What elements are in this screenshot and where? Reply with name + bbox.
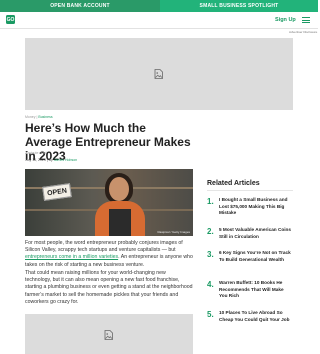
related-article-item[interactable]: 3. 6 Key Signs You’re Not on Track To Bu…	[207, 250, 293, 263]
open-bank-account-link[interactable]: OPEN BANK ACCOUNT	[0, 0, 160, 12]
breadcrumb-home[interactable]: Money	[25, 115, 36, 119]
related-article-link[interactable]: 6 Key Signs You’re Not on Track To Build…	[219, 250, 293, 263]
entrepreneurs-varieties-link[interactable]: entrepreneurs come in a million varietie…	[25, 254, 118, 260]
related-article-item[interactable]: 2. 5 Most Valuable American Coins Still …	[207, 227, 293, 240]
site-header: GO Sign Up	[0, 12, 318, 29]
small-business-spotlight-link[interactable]: SMALL BUSINESS SPOTLIGHT	[160, 0, 318, 12]
photo-credit: Rawpixel / Getty Images	[157, 230, 190, 234]
article-paragraph: That could mean raising millions for you…	[25, 270, 193, 305]
inline-advertisement[interactable]	[25, 314, 193, 354]
related-article-item[interactable]: 1. I Bought a Small Business and Lost $7…	[207, 197, 293, 217]
divider	[207, 190, 293, 191]
menu-icon[interactable]	[302, 17, 310, 23]
author-link[interactable]: James Hobson	[54, 158, 77, 162]
image-placeholder-icon	[104, 330, 113, 340]
related-article-link[interactable]: I Bought a Small Business and Lost $75,0…	[219, 197, 293, 217]
breadcrumb: Money | Business	[25, 115, 53, 119]
publish-date: July 18, 2023	[25, 158, 46, 162]
breadcrumb-section[interactable]: Business	[38, 115, 52, 119]
related-article-link[interactable]: 5 Most Valuable American Coins Still in …	[219, 227, 293, 240]
site-logo[interactable]: GO	[6, 15, 15, 24]
related-articles-heading: Related Articles	[207, 180, 260, 187]
advertisement-banner[interactable]	[25, 38, 293, 110]
advertiser-disclosure-link[interactable]: Advertiser Disclosure	[289, 30, 317, 34]
read-time: 2 minute read	[25, 151, 47, 155]
related-article-item[interactable]: 5. 10 Places To Live Abroad So Cheap You…	[207, 310, 293, 323]
article-hero-image: OPEN Rawpixel / Getty Images	[25, 169, 193, 236]
article-paragraph: For most people, the word entrepreneur p…	[25, 240, 193, 268]
related-article-link[interactable]: Warren Buffett: 10 Books He Recommends T…	[219, 280, 293, 300]
image-placeholder-icon	[154, 69, 163, 79]
open-sign: OPEN	[42, 183, 72, 201]
top-bar: OPEN BANK ACCOUNT SMALL BUSINESS SPOTLIG…	[0, 0, 318, 12]
sign-up-button[interactable]: Sign Up	[275, 17, 296, 23]
related-article-item[interactable]: 4. Warren Buffett: 10 Books He Recommend…	[207, 280, 293, 300]
related-article-link[interactable]: 10 Places To Live Abroad So Cheap You Co…	[219, 310, 293, 323]
article-title: Here’s How Much the Average Entrepreneur…	[25, 121, 191, 163]
article-dateline: July 18, 2023 | By James Hobson	[25, 158, 78, 162]
